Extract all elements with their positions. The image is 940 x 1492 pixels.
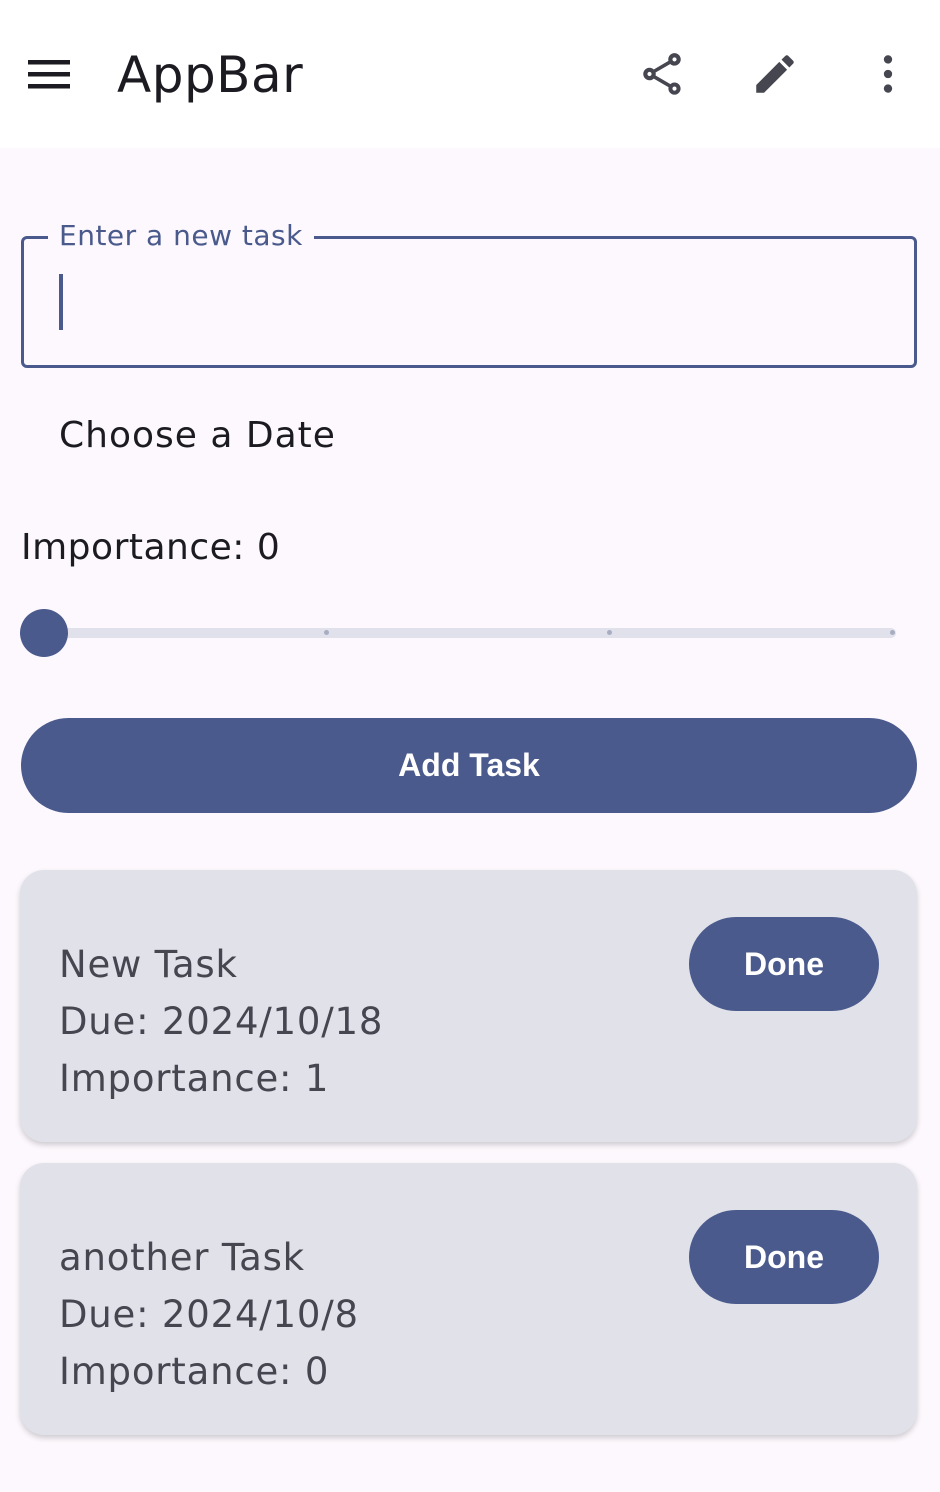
- edit-icon: [756, 55, 794, 93]
- slider-tick: [324, 630, 329, 635]
- slider-thumb[interactable]: [20, 609, 68, 657]
- task-importance: Importance: 1: [59, 1057, 330, 1100]
- slider-track: [44, 628, 896, 638]
- more-vert-icon: [883, 55, 893, 93]
- done-button[interactable]: Done: [689, 1210, 879, 1304]
- add-task-button[interactable]: Add Task: [21, 718, 917, 813]
- task-name: another Task: [59, 1236, 305, 1279]
- choose-date-label: Choose a Date: [59, 414, 336, 456]
- task-card: New Task Due: 2024/10/18 Importance: 1 D…: [20, 870, 917, 1142]
- more-options-button[interactable]: [858, 44, 918, 104]
- importance-label: Importance: 0: [21, 527, 281, 568]
- importance-slider[interactable]: [20, 606, 900, 660]
- task-details: New Task Due: 2024/10/18 Importance: 1: [59, 936, 383, 1107]
- menu-button[interactable]: [26, 54, 72, 94]
- app-bar-title: AppBar: [117, 46, 304, 104]
- task-card: another Task Due: 2024/10/8 Importance: …: [20, 1163, 917, 1435]
- app-bar: AppBar: [0, 0, 940, 148]
- choose-date-button[interactable]: Choose a Date: [21, 400, 361, 470]
- edit-button[interactable]: [745, 44, 805, 104]
- done-button[interactable]: Done: [689, 917, 879, 1011]
- menu-icon: [28, 60, 70, 89]
- task-importance: Importance: 0: [59, 1350, 330, 1393]
- slider-tick: [607, 630, 612, 635]
- share-icon: [643, 53, 681, 95]
- share-button[interactable]: [632, 44, 692, 104]
- slider-tick: [890, 630, 895, 635]
- task-due-date: Due: 2024/10/18: [59, 1000, 384, 1043]
- task-input[interactable]: [57, 272, 901, 334]
- text-cursor: [59, 274, 63, 330]
- task-details: another Task Due: 2024/10/8 Importance: …: [59, 1229, 359, 1400]
- task-name: New Task: [59, 943, 238, 986]
- task-due-date: Due: 2024/10/8: [59, 1293, 359, 1336]
- task-input-label: Enter a new task: [48, 220, 314, 252]
- task-input-field[interactable]: Enter a new task: [21, 220, 917, 368]
